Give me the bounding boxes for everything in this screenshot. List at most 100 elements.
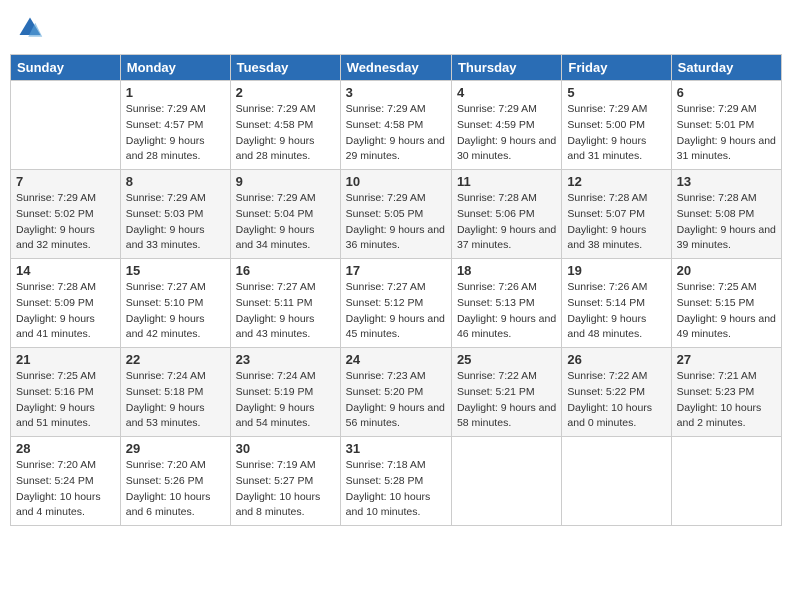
sunrise: Sunrise: 7:20 AM <box>16 459 96 471</box>
day-number: 23 <box>236 352 335 367</box>
calendar-cell <box>562 437 671 526</box>
sunrise: Sunrise: 7:20 AM <box>126 459 206 471</box>
calendar-cell: 27 Sunrise: 7:21 AM Sunset: 5:23 PM Dayl… <box>671 348 781 437</box>
day-number: 18 <box>457 263 556 278</box>
calendar-cell: 2 Sunrise: 7:29 AM Sunset: 4:58 PM Dayli… <box>230 81 340 170</box>
sunrise: Sunrise: 7:22 AM <box>457 370 537 382</box>
day-info: Sunrise: 7:21 AM Sunset: 5:23 PM Dayligh… <box>677 369 776 432</box>
day-number: 1 <box>126 85 225 100</box>
day-info: Sunrise: 7:29 AM Sunset: 5:01 PM Dayligh… <box>677 102 776 165</box>
calendar-cell: 22 Sunrise: 7:24 AM Sunset: 5:18 PM Dayl… <box>120 348 230 437</box>
sunset: Sunset: 4:58 PM <box>346 119 424 131</box>
sunset: Sunset: 5:10 PM <box>126 297 204 309</box>
sunrise: Sunrise: 7:29 AM <box>346 192 426 204</box>
daylight: Daylight: 9 hours and 43 minutes. <box>236 313 315 341</box>
sunset: Sunset: 5:13 PM <box>457 297 535 309</box>
day-number: 2 <box>236 85 335 100</box>
calendar-cell <box>671 437 781 526</box>
daylight: Daylight: 9 hours and 32 minutes. <box>16 224 95 252</box>
calendar-cell: 15 Sunrise: 7:27 AM Sunset: 5:10 PM Dayl… <box>120 259 230 348</box>
day-info: Sunrise: 7:24 AM Sunset: 5:18 PM Dayligh… <box>126 369 225 432</box>
day-info: Sunrise: 7:29 AM Sunset: 4:58 PM Dayligh… <box>346 102 446 165</box>
day-number: 26 <box>567 352 665 367</box>
day-number: 29 <box>126 441 225 456</box>
daylight: Daylight: 9 hours and 46 minutes. <box>457 313 556 341</box>
day-number: 30 <box>236 441 335 456</box>
sunrise: Sunrise: 7:29 AM <box>16 192 96 204</box>
sunset: Sunset: 5:21 PM <box>457 386 535 398</box>
column-header-friday: Friday <box>562 55 671 81</box>
sunrise: Sunrise: 7:27 AM <box>126 281 206 293</box>
daylight: Daylight: 9 hours and 28 minutes. <box>236 135 315 163</box>
day-info: Sunrise: 7:29 AM Sunset: 5:03 PM Dayligh… <box>126 191 225 254</box>
sunset: Sunset: 5:26 PM <box>126 475 204 487</box>
sunrise: Sunrise: 7:19 AM <box>236 459 316 471</box>
sunrise: Sunrise: 7:26 AM <box>567 281 647 293</box>
day-info: Sunrise: 7:26 AM Sunset: 5:14 PM Dayligh… <box>567 280 665 343</box>
sunrise: Sunrise: 7:29 AM <box>457 103 537 115</box>
day-number: 13 <box>677 174 776 189</box>
daylight: Daylight: 9 hours and 56 minutes. <box>346 402 445 430</box>
daylight: Daylight: 10 hours and 8 minutes. <box>236 491 321 519</box>
day-number: 28 <box>16 441 115 456</box>
sunrise: Sunrise: 7:29 AM <box>567 103 647 115</box>
daylight: Daylight: 9 hours and 34 minutes. <box>236 224 315 252</box>
sunrise: Sunrise: 7:18 AM <box>346 459 426 471</box>
sunset: Sunset: 5:16 PM <box>16 386 94 398</box>
day-number: 20 <box>677 263 776 278</box>
daylight: Daylight: 9 hours and 30 minutes. <box>457 135 556 163</box>
daylight: Daylight: 9 hours and 39 minutes. <box>677 224 776 252</box>
day-number: 8 <box>126 174 225 189</box>
day-info: Sunrise: 7:25 AM Sunset: 5:16 PM Dayligh… <box>16 369 115 432</box>
day-info: Sunrise: 7:27 AM Sunset: 5:12 PM Dayligh… <box>346 280 446 343</box>
sunrise: Sunrise: 7:29 AM <box>236 103 316 115</box>
sunset: Sunset: 5:11 PM <box>236 297 313 309</box>
daylight: Daylight: 9 hours and 36 minutes. <box>346 224 445 252</box>
logo <box>16 14 48 42</box>
day-number: 14 <box>16 263 115 278</box>
sunrise: Sunrise: 7:26 AM <box>457 281 537 293</box>
sunrise: Sunrise: 7:29 AM <box>126 192 206 204</box>
sunset: Sunset: 5:02 PM <box>16 208 94 220</box>
day-number: 17 <box>346 263 446 278</box>
daylight: Daylight: 9 hours and 51 minutes. <box>16 402 95 430</box>
sunrise: Sunrise: 7:28 AM <box>16 281 96 293</box>
calendar-cell: 25 Sunrise: 7:22 AM Sunset: 5:21 PM Dayl… <box>451 348 561 437</box>
sunrise: Sunrise: 7:29 AM <box>346 103 426 115</box>
sunrise: Sunrise: 7:28 AM <box>567 192 647 204</box>
day-info: Sunrise: 7:28 AM Sunset: 5:09 PM Dayligh… <box>16 280 115 343</box>
column-header-saturday: Saturday <box>671 55 781 81</box>
calendar-cell: 12 Sunrise: 7:28 AM Sunset: 5:07 PM Dayl… <box>562 170 671 259</box>
column-header-thursday: Thursday <box>451 55 561 81</box>
sunset: Sunset: 5:28 PM <box>346 475 424 487</box>
sunset: Sunset: 5:12 PM <box>346 297 424 309</box>
calendar-cell: 13 Sunrise: 7:28 AM Sunset: 5:08 PM Dayl… <box>671 170 781 259</box>
day-info: Sunrise: 7:29 AM Sunset: 5:02 PM Dayligh… <box>16 191 115 254</box>
calendar-cell: 9 Sunrise: 7:29 AM Sunset: 5:04 PM Dayli… <box>230 170 340 259</box>
calendar-cell: 30 Sunrise: 7:19 AM Sunset: 5:27 PM Dayl… <box>230 437 340 526</box>
calendar-week-row: 1 Sunrise: 7:29 AM Sunset: 4:57 PM Dayli… <box>11 81 782 170</box>
sunset: Sunset: 5:19 PM <box>236 386 314 398</box>
sunrise: Sunrise: 7:25 AM <box>677 281 757 293</box>
calendar-cell: 28 Sunrise: 7:20 AM Sunset: 5:24 PM Dayl… <box>11 437 121 526</box>
sunset: Sunset: 5:20 PM <box>346 386 424 398</box>
daylight: Daylight: 9 hours and 53 minutes. <box>126 402 205 430</box>
logo-icon <box>16 14 44 42</box>
sunset: Sunset: 4:59 PM <box>457 119 535 131</box>
sunset: Sunset: 4:58 PM <box>236 119 314 131</box>
day-info: Sunrise: 7:29 AM Sunset: 4:57 PM Dayligh… <box>126 102 225 165</box>
calendar-cell: 5 Sunrise: 7:29 AM Sunset: 5:00 PM Dayli… <box>562 81 671 170</box>
daylight: Daylight: 9 hours and 31 minutes. <box>677 135 776 163</box>
sunset: Sunset: 5:18 PM <box>126 386 204 398</box>
sunset: Sunset: 5:23 PM <box>677 386 755 398</box>
sunset: Sunset: 5:14 PM <box>567 297 645 309</box>
day-number: 25 <box>457 352 556 367</box>
daylight: Daylight: 9 hours and 28 minutes. <box>126 135 205 163</box>
sunset: Sunset: 5:04 PM <box>236 208 314 220</box>
column-header-sunday: Sunday <box>11 55 121 81</box>
sunset: Sunset: 5:27 PM <box>236 475 314 487</box>
day-number: 10 <box>346 174 446 189</box>
sunrise: Sunrise: 7:22 AM <box>567 370 647 382</box>
day-number: 16 <box>236 263 335 278</box>
daylight: Daylight: 10 hours and 6 minutes. <box>126 491 211 519</box>
